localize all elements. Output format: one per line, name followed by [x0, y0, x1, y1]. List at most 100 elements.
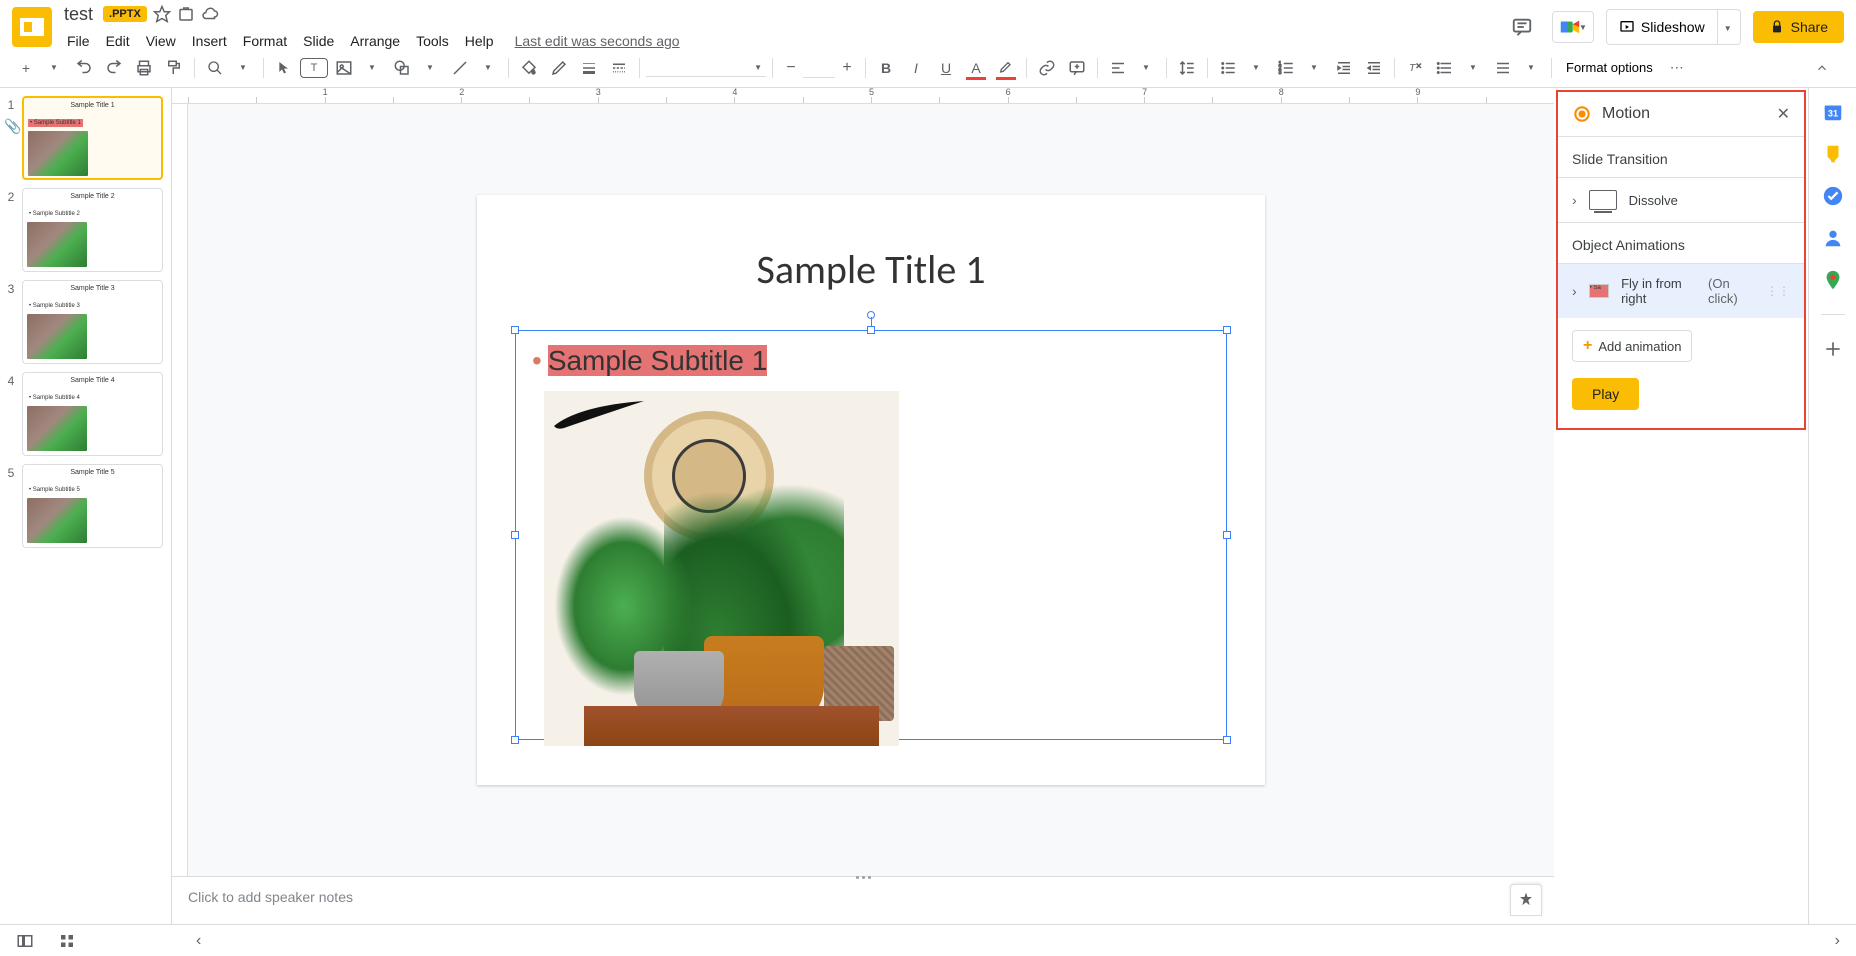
menu-format[interactable]: Format: [236, 29, 294, 53]
textbox-tool[interactable]: T: [300, 58, 328, 78]
resize-handle-tl[interactable]: [511, 326, 519, 334]
drag-handle-icon[interactable]: ⋮⋮: [1766, 284, 1790, 298]
font-size-input[interactable]: [803, 58, 835, 78]
share-button[interactable]: Share: [1753, 11, 1844, 43]
more-button[interactable]: ⋯: [1663, 54, 1691, 82]
menu-insert[interactable]: Insert: [185, 29, 234, 53]
shape-dropdown[interactable]: ▼: [416, 54, 444, 82]
fill-color-button[interactable]: [515, 54, 543, 82]
resize-handle-bl[interactable]: [511, 736, 519, 744]
last-edit-link[interactable]: Last edit was seconds ago: [515, 33, 680, 49]
add-addon-button[interactable]: [1821, 337, 1845, 361]
contacts-icon[interactable]: [1821, 226, 1845, 250]
italic-button[interactable]: I: [902, 54, 930, 82]
paint-format-button[interactable]: [160, 54, 188, 82]
transition-row[interactable]: › Dissolve: [1558, 177, 1804, 222]
font-select[interactable]: ▼: [646, 59, 766, 77]
meet-button[interactable]: ▼: [1552, 11, 1594, 43]
star-icon[interactable]: [153, 5, 171, 23]
link-button[interactable]: [1033, 54, 1061, 82]
document-title[interactable]: test: [60, 2, 97, 27]
slide-thumbnail-2[interactable]: Sample Title 2 • Sample Subtitle 2: [22, 188, 163, 272]
line-dropdown[interactable]: ▼: [474, 54, 502, 82]
subtitle-text[interactable]: •Sample Subtitle 1: [524, 339, 775, 382]
menu-help[interactable]: Help: [458, 29, 501, 53]
resize-handle-br[interactable]: [1223, 736, 1231, 744]
close-icon[interactable]: ✕: [1777, 104, 1790, 124]
cloud-status-icon[interactable]: [201, 5, 219, 23]
thumbnail-row[interactable]: 3 Sample Title 3 • Sample Subtitle 3: [0, 280, 163, 364]
move-icon[interactable]: [177, 5, 195, 23]
keep-icon[interactable]: [1821, 142, 1845, 166]
thumbnail-row[interactable]: 2 Sample Title 2 • Sample Subtitle 2: [0, 188, 163, 272]
list-options-dropdown[interactable]: ▼: [1459, 54, 1487, 82]
add-animation-button[interactable]: + Add animation: [1572, 330, 1692, 362]
indent-button[interactable]: [1360, 54, 1388, 82]
clear-format-button[interactable]: T: [1401, 54, 1429, 82]
new-slide-dropdown[interactable]: ▼: [40, 54, 68, 82]
underline-button[interactable]: U: [932, 54, 960, 82]
maps-icon[interactable]: [1821, 268, 1845, 292]
resize-handle-tm[interactable]: [867, 326, 875, 334]
slide-thumbnail-3[interactable]: Sample Title 3 • Sample Subtitle 3: [22, 280, 163, 364]
collapse-toolbar-button[interactable]: [1808, 54, 1836, 82]
format-options-button[interactable]: Format options: [1558, 56, 1661, 79]
resize-handle-tr[interactable]: [1223, 326, 1231, 334]
calendar-icon[interactable]: 31: [1821, 100, 1845, 124]
play-button[interactable]: Play: [1572, 378, 1639, 410]
slide-thumbnail-1[interactable]: Sample Title 1 • Sample Subtitle 1: [22, 96, 163, 180]
menu-edit[interactable]: Edit: [99, 29, 137, 53]
bold-button[interactable]: B: [872, 54, 900, 82]
menu-arrange[interactable]: Arrange: [343, 29, 407, 53]
thumbnail-row[interactable]: 1 Sample Title 1 • Sample Subtitle 1: [0, 96, 163, 180]
thumbnail-row[interactable]: 4 Sample Title 4 • Sample Subtitle 4: [0, 372, 163, 456]
comments-icon[interactable]: [1504, 9, 1540, 45]
content-placeholder[interactable]: •Sample Subtitle 1: [515, 330, 1227, 740]
numbered-dropdown[interactable]: ▼: [1300, 54, 1328, 82]
speaker-notes-resize-handle[interactable]: [843, 873, 883, 881]
numbered-list-button[interactable]: 123: [1272, 54, 1300, 82]
slideshow-button[interactable]: Slideshow: [1607, 10, 1717, 44]
collapse-filmstrip-button[interactable]: ‹: [196, 932, 201, 950]
menu-slide[interactable]: Slide: [296, 29, 341, 53]
more-list-dropdown[interactable]: ▼: [1517, 54, 1545, 82]
image-tool[interactable]: [330, 54, 358, 82]
align-button[interactable]: [1104, 54, 1132, 82]
slides-logo[interactable]: [12, 7, 52, 47]
bullet-dropdown[interactable]: ▼: [1242, 54, 1270, 82]
border-weight-button[interactable]: [575, 54, 603, 82]
more-list-button[interactable]: [1489, 54, 1517, 82]
text-color-button[interactable]: A: [962, 54, 990, 82]
undo-button[interactable]: [70, 54, 98, 82]
shape-tool[interactable]: [388, 54, 416, 82]
grid-view-button[interactable]: [58, 932, 76, 950]
zoom-dropdown[interactable]: ▼: [229, 54, 257, 82]
list-options-button[interactable]: [1431, 54, 1459, 82]
collapse-sidepanel-button[interactable]: ›: [1835, 932, 1840, 950]
menu-file[interactable]: File: [60, 29, 97, 53]
bullet-list-button[interactable]: [1214, 54, 1242, 82]
speaker-notes[interactable]: Click to add speaker notes: [172, 876, 1554, 924]
zoom-button[interactable]: [201, 54, 229, 82]
redo-button[interactable]: [100, 54, 128, 82]
highlight-button[interactable]: [992, 54, 1020, 82]
resize-handle-ml[interactable]: [511, 531, 519, 539]
comment-button[interactable]: [1063, 54, 1091, 82]
line-spacing-button[interactable]: [1173, 54, 1201, 82]
print-button[interactable]: [130, 54, 158, 82]
explore-button[interactable]: [1510, 884, 1542, 916]
animation-row[interactable]: › • Sa Fly in from right (On click) ⋮⋮: [1558, 263, 1804, 318]
slide-title-text[interactable]: Sample Title 1: [477, 245, 1265, 294]
slide-image[interactable]: [544, 391, 899, 746]
tasks-icon[interactable]: [1821, 184, 1845, 208]
outdent-button[interactable]: [1330, 54, 1358, 82]
filmstrip-view-button[interactable]: [16, 932, 34, 950]
menu-tools[interactable]: Tools: [409, 29, 456, 53]
line-tool[interactable]: [446, 54, 474, 82]
align-dropdown[interactable]: ▼: [1132, 54, 1160, 82]
canvas-viewport[interactable]: Sample Title 1 •Sample Subtitle 1: [172, 104, 1554, 876]
slide-thumbnail-5[interactable]: Sample Title 5 • Sample Subtitle 5: [22, 464, 163, 548]
menu-view[interactable]: View: [139, 29, 183, 53]
slide-thumbnail-4[interactable]: Sample Title 4 • Sample Subtitle 4: [22, 372, 163, 456]
decrease-size-button[interactable]: −: [779, 56, 803, 80]
